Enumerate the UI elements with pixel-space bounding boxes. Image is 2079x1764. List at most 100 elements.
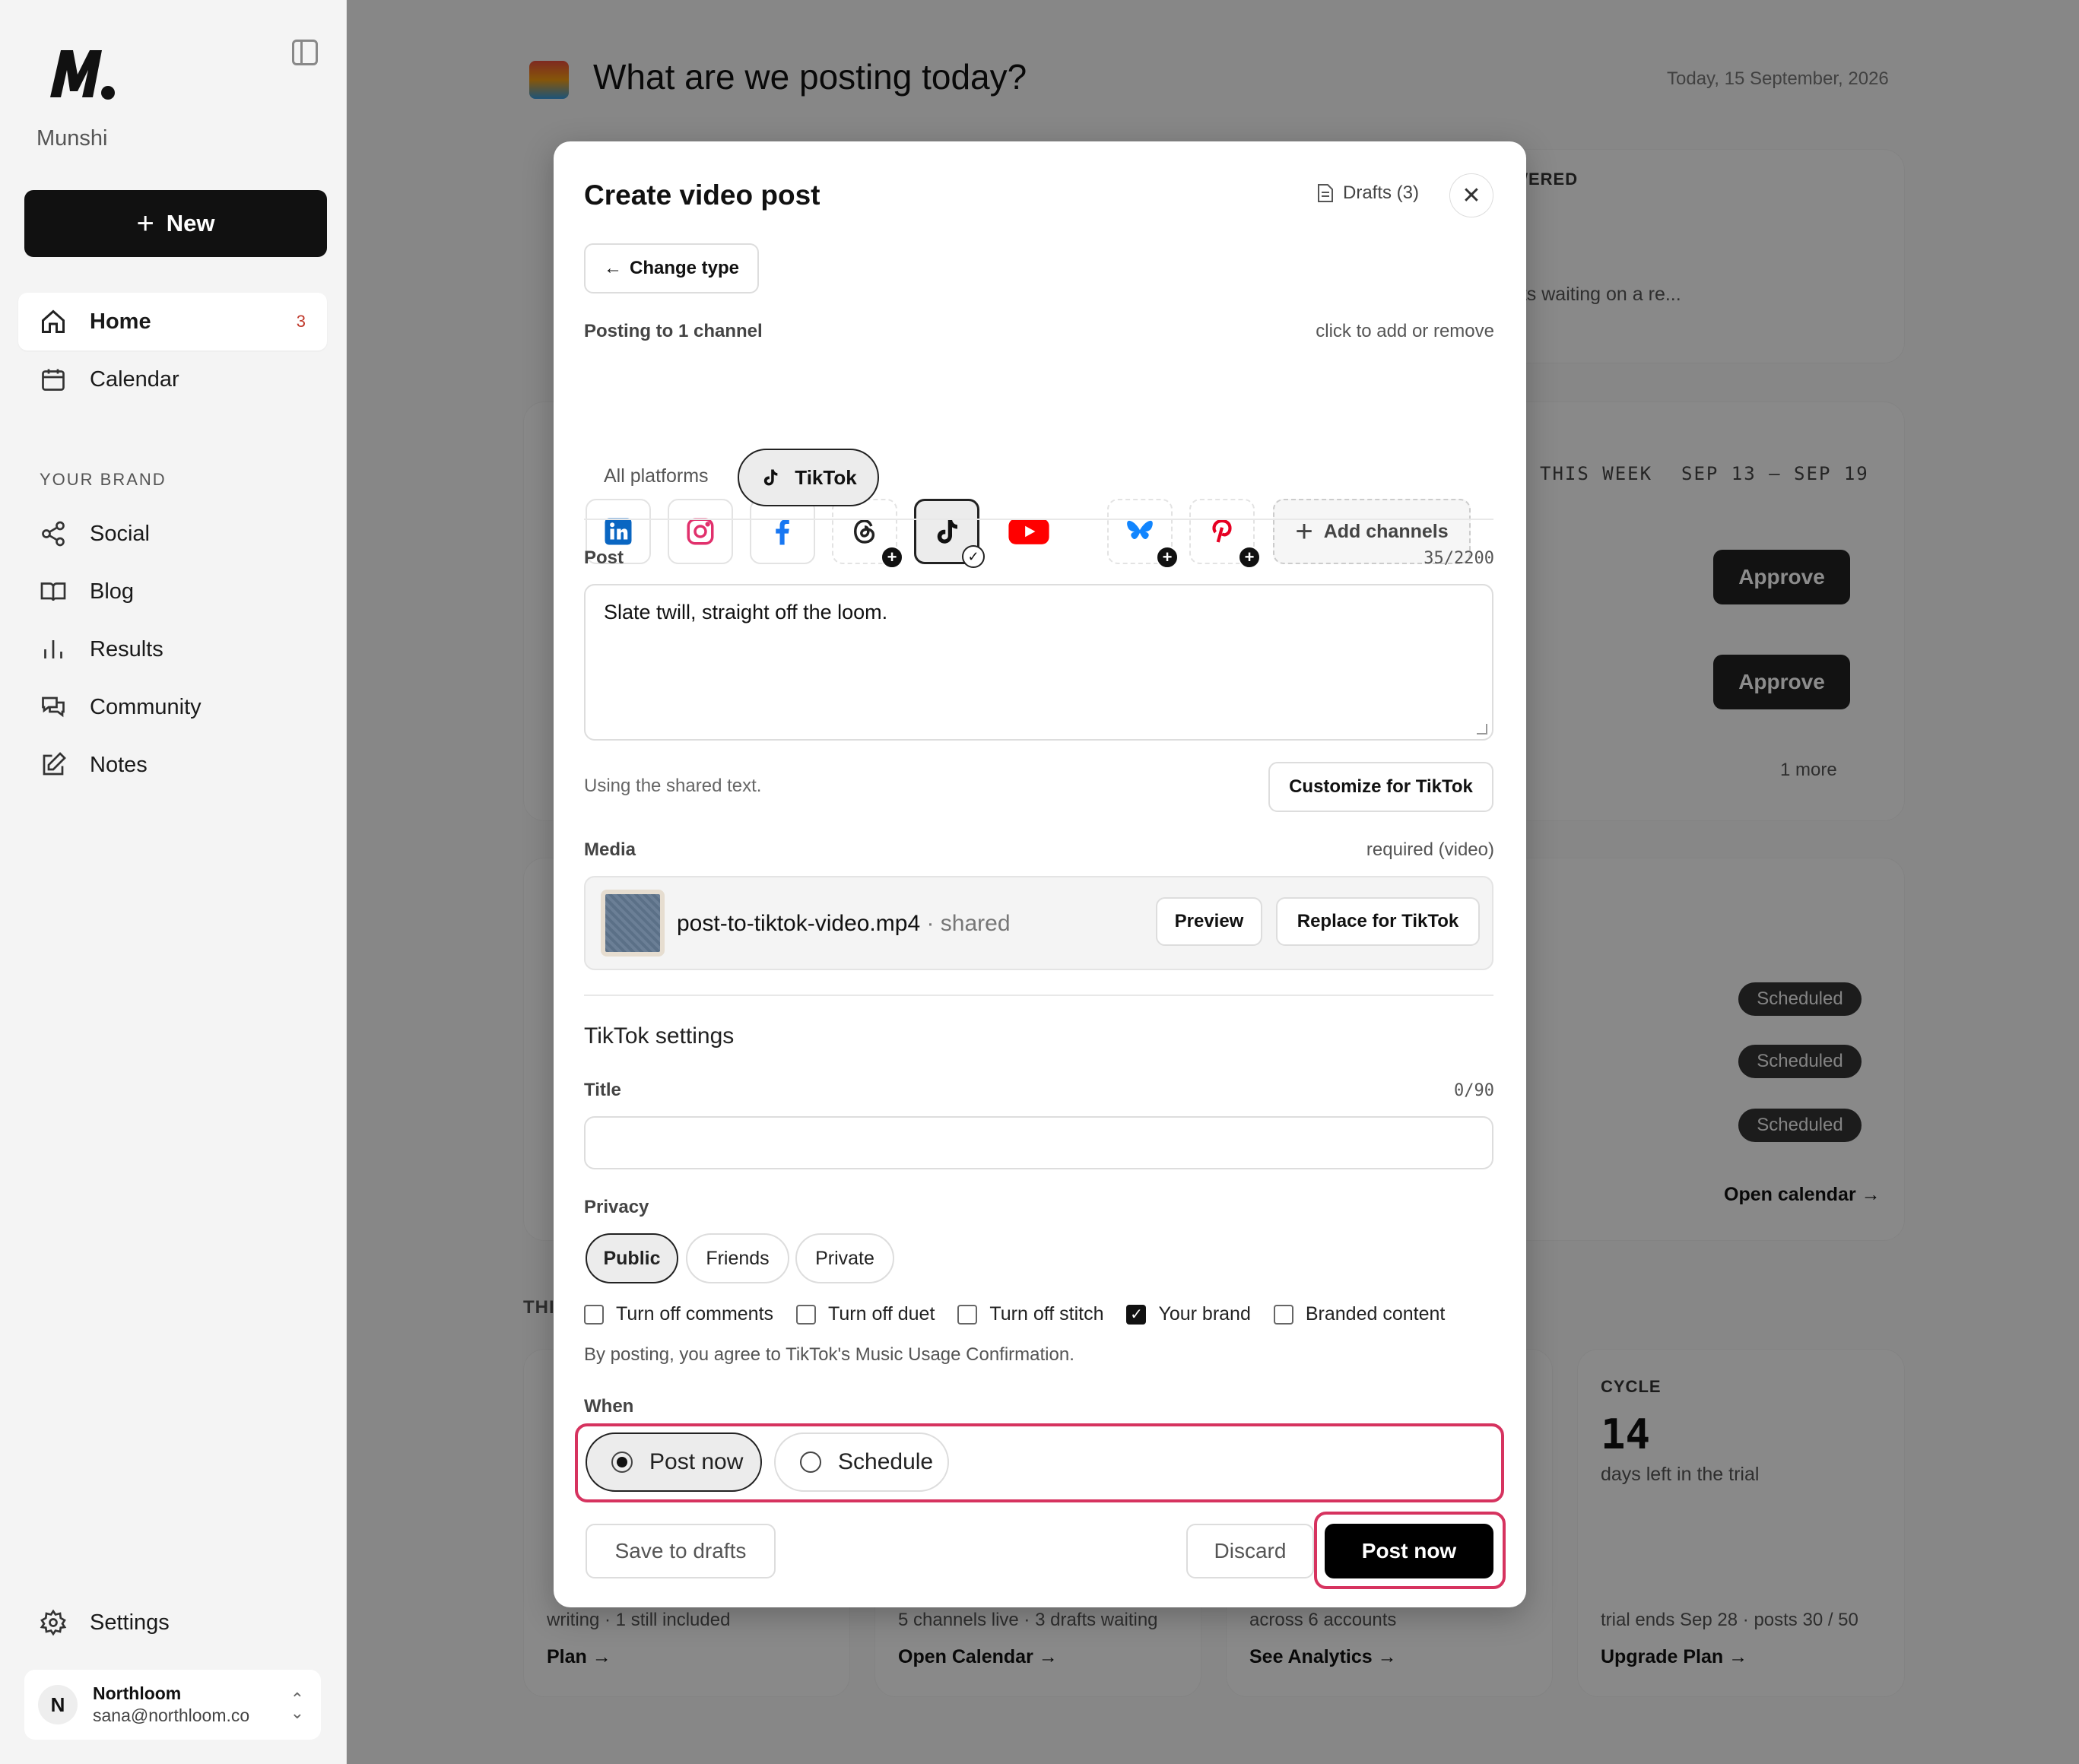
sidebar-item-settings[interactable]: Settings: [18, 1594, 327, 1651]
tiktok-options: Turn off comments Turn off duet Turn off…: [584, 1303, 1468, 1325]
sidebar-item-notes[interactable]: Notes: [18, 736, 327, 794]
media-file: post-to-tiktok-video.mp4: [677, 911, 921, 936]
shared-text-note: Using the shared text.: [584, 776, 762, 796]
sidebar-item-community[interactable]: Community: [18, 678, 327, 736]
check-icon: ✓: [1126, 1304, 1147, 1325]
youtube-icon: [1008, 519, 1049, 544]
sidebar-item-label: Results: [90, 636, 163, 662]
add-channel-icon: +: [1238, 546, 1261, 569]
radio-post-now[interactable]: Post now: [586, 1432, 762, 1492]
sidebar-item-calendar[interactable]: Calendar: [18, 351, 327, 408]
click-note: click to add or remove: [1316, 321, 1494, 341]
title-counter: 0/90: [1454, 1081, 1494, 1100]
checkbox-turn-off-comments[interactable]: Turn off comments: [584, 1303, 773, 1325]
sidebar: Munshi + New Home 3 Calendar YOUR BRAND …: [0, 0, 347, 1764]
gear-icon: [40, 1609, 67, 1636]
linkedin-icon: [605, 518, 632, 545]
preview-button[interactable]: Preview: [1156, 897, 1262, 946]
tab-tiktok-label: TikTok: [795, 465, 857, 489]
home-badge: 3: [296, 312, 306, 331]
pinterest-icon: [1212, 519, 1232, 543]
discard-button[interactable]: Discard: [1186, 1524, 1314, 1578]
sidebar-item-label: Blog: [90, 579, 135, 604]
checkbox-label: Branded content: [1305, 1303, 1446, 1325]
checkbox-box: [796, 1304, 817, 1325]
title-label: Title: [584, 1080, 621, 1100]
privacy-public[interactable]: Public: [586, 1233, 678, 1283]
media-item: post-to-tiktok-video.mp4 · shared Previe…: [584, 876, 1493, 970]
music-usage-note: By posting, you agree to TikTok's Music …: [584, 1344, 1074, 1365]
media-filename: post-to-tiktok-video.mp4 · shared: [677, 911, 1011, 937]
channel-threads[interactable]: +: [832, 499, 903, 569]
modal-title: Create video post: [584, 179, 820, 211]
media-label: Media: [584, 839, 636, 860]
channel-tiktok[interactable]: ✓: [914, 499, 985, 568]
post-textarea[interactable]: Slate twill, straight off the loom.: [584, 584, 1493, 741]
checkbox-box: [584, 1304, 604, 1325]
checkbox-turn-off-duet[interactable]: Turn off duet: [796, 1303, 935, 1325]
avatar: N: [38, 1685, 78, 1724]
privacy-private[interactable]: Private: [795, 1233, 894, 1283]
channel-bluesky[interactable]: +: [1107, 499, 1179, 569]
check-icon: ✓: [962, 545, 985, 568]
checkbox-turn-off-stitch[interactable]: Turn off stitch: [957, 1303, 1103, 1325]
sidebar-item-label: Social: [90, 521, 150, 546]
tab-all-platforms[interactable]: All platforms: [604, 465, 709, 487]
post-text: Slate twill, straight off the loom.: [604, 601, 888, 623]
sidebar-item-blog[interactable]: Blog: [18, 563, 327, 620]
radio-label: Post now: [649, 1449, 744, 1474]
radio-label: Schedule: [838, 1449, 934, 1474]
sidebar-item-label: Community: [90, 694, 202, 719]
channel-youtube[interactable]: [996, 499, 1062, 564]
home-icon: [42, 309, 65, 333]
channel-pinterest[interactable]: +: [1189, 499, 1261, 569]
change-type-button[interactable]: ← Change type: [584, 243, 759, 293]
sidebar-item-label: Home: [90, 309, 151, 334]
privacy-label: Privacy: [584, 1197, 649, 1217]
sidebar-item-results[interactable]: Results: [18, 620, 327, 678]
replace-for-tiktok-button[interactable]: Replace for TikTok: [1276, 897, 1480, 946]
account-switcher[interactable]: N Northloom sana@northloom.co ⌃ ⌄: [24, 1670, 321, 1740]
video-thumbnail: [601, 890, 665, 957]
channel-facebook[interactable]: [750, 499, 815, 564]
create-video-post-modal: Create video post Drafts (3) ✕ ← Change …: [554, 141, 1526, 1607]
checkbox-your-brand[interactable]: ✓ Your brand: [1126, 1303, 1251, 1325]
tiktok-settings-title: TikTok settings: [584, 1023, 735, 1049]
tab-tiktok[interactable]: TikTok: [738, 449, 879, 506]
add-channels-label: Add channels: [1323, 520, 1449, 542]
customize-for-tiktok-button[interactable]: Customize for TikTok: [1268, 762, 1493, 812]
close-button[interactable]: ✕: [1449, 173, 1493, 217]
bar-chart-icon: [44, 640, 62, 658]
checkbox-branded-content[interactable]: Branded content: [1273, 1303, 1446, 1325]
sidebar-item-label: Calendar: [90, 366, 179, 392]
posting-to-label: Posting to 1 channel: [584, 321, 763, 341]
save-to-drafts-button[interactable]: Save to drafts: [586, 1524, 776, 1578]
section-label: YOUR BRAND: [40, 470, 167, 489]
title-input[interactable]: [584, 1116, 1493, 1169]
divider: [584, 995, 1493, 996]
book-icon: [40, 582, 66, 601]
arrow-left-icon: ←: [603, 258, 622, 278]
post-now-button[interactable]: Post now: [1325, 1524, 1493, 1578]
collapse-sidebar-icon[interactable]: [292, 40, 318, 65]
when-label: When: [584, 1396, 634, 1417]
checkbox-box: [1273, 1304, 1293, 1325]
sidebar-item-home[interactable]: Home 3: [18, 293, 327, 351]
account-email: sana@northloom.co: [93, 1705, 250, 1725]
radio-schedule[interactable]: Schedule: [774, 1432, 949, 1492]
channel-instagram[interactable]: [668, 499, 733, 564]
post-counter: 35/2200: [1424, 549, 1494, 568]
privacy-friends[interactable]: Friends: [686, 1233, 789, 1283]
sidebar-item-social[interactable]: Social: [18, 505, 327, 563]
resize-handle-icon[interactable]: [1477, 724, 1487, 734]
calendar-icon: [42, 369, 65, 391]
new-button[interactable]: + New: [24, 190, 327, 257]
edit-icon: [43, 752, 66, 776]
munshi-logo: [50, 50, 115, 100]
close-icon: ✕: [1462, 182, 1481, 208]
plus-icon: +: [136, 207, 154, 240]
add-channel-icon: +: [881, 546, 903, 569]
new-label: New: [166, 210, 215, 236]
drafts-button[interactable]: Drafts (3): [1317, 182, 1419, 204]
chat-icon: [42, 696, 65, 718]
